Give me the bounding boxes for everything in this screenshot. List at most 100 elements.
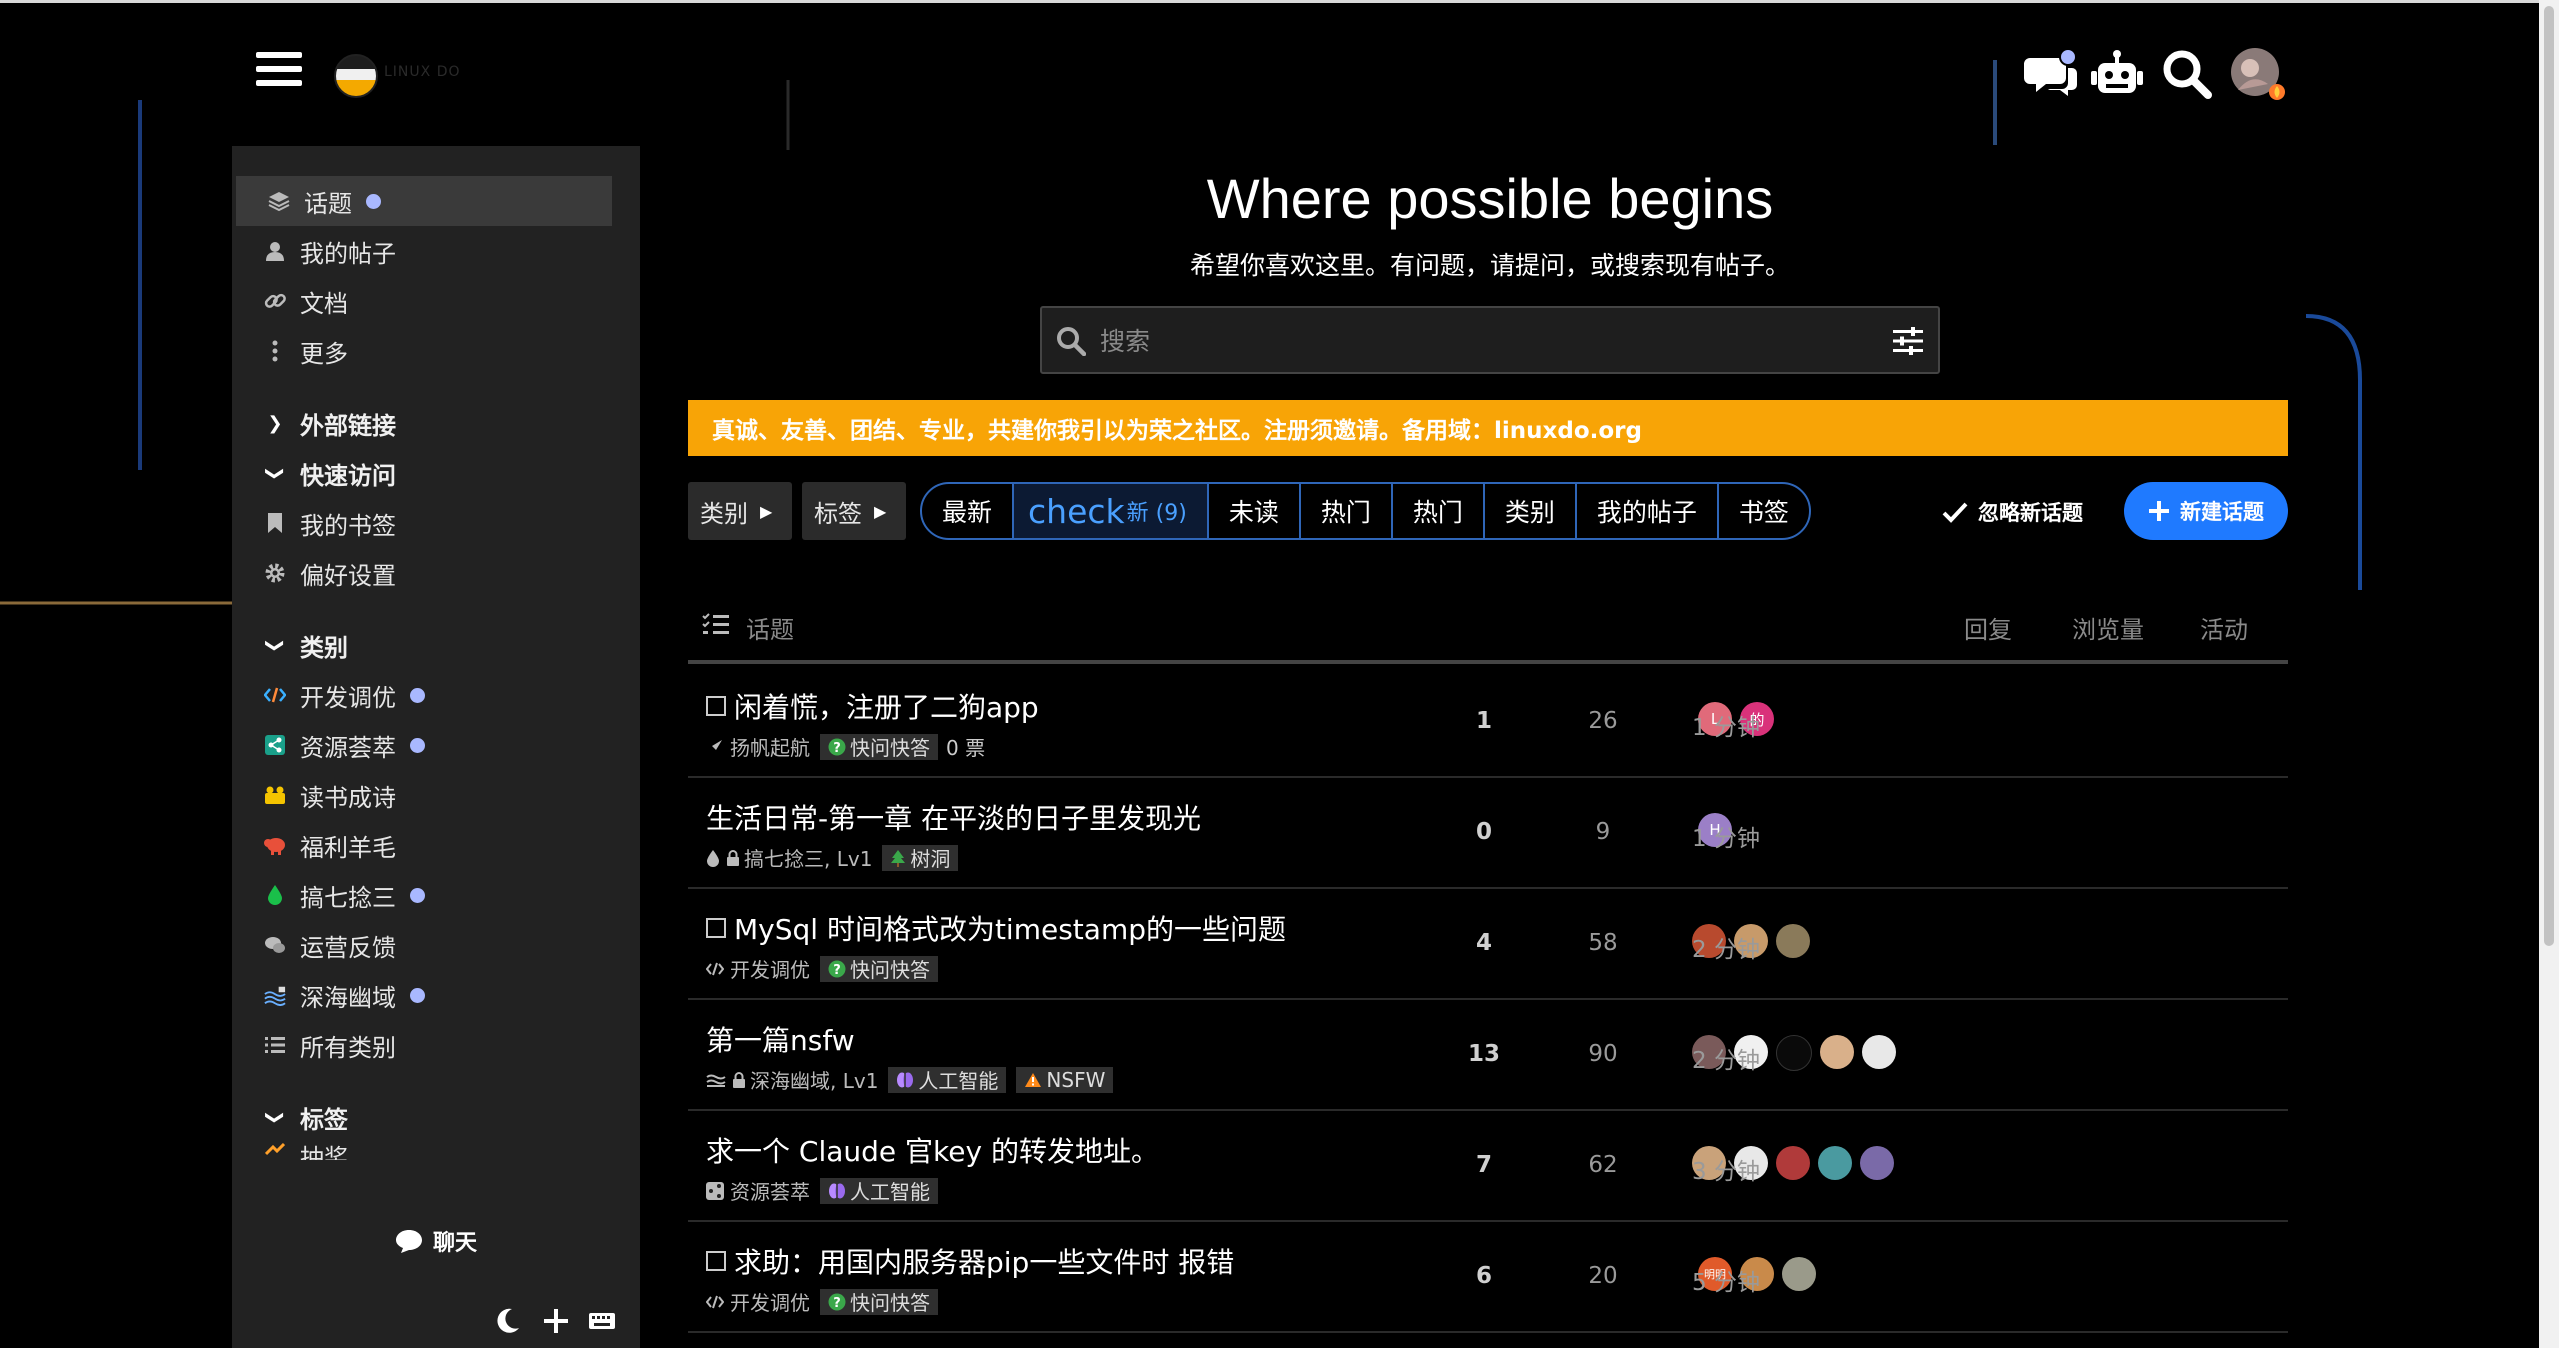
topic-category[interactable]: 开发调优	[730, 954, 810, 983]
topic-tag[interactable]: NSFW	[1016, 1066, 1114, 1093]
topic-category[interactable]: 深海幽域, Lv1	[750, 1065, 878, 1094]
sidebar-item-preferences[interactable]: 偏好设置	[232, 548, 612, 598]
topic-title[interactable]: 第一篇nsfw	[706, 1019, 855, 1059]
category-dropdown[interactable]: 类别 ▶	[688, 482, 792, 540]
section-quick-access[interactable]: ❯ 快速访问	[232, 448, 612, 498]
topic-checkbox[interactable]	[706, 918, 726, 938]
column-header-activity[interactable]: 活动	[2200, 610, 2248, 645]
reply-count[interactable]: 1	[1424, 708, 1544, 734]
sidebar-category-deep-sea[interactable]: 深海幽域	[232, 970, 612, 1020]
sidebar-category-deals[interactable]: 福利羊毛	[232, 820, 612, 870]
hamburger-menu-button[interactable]	[256, 52, 302, 94]
activity-time[interactable]: 3 分钟	[1656, 1152, 1796, 1186]
topic-tag[interactable]: 树洞	[882, 844, 959, 871]
topic-checkbox[interactable]	[706, 696, 726, 716]
table-row[interactable]: 闲着慌，注册了二狗app 扬帆起航? 快问快答 0 票 L 的 1 26 1 分钟	[688, 666, 2288, 778]
tab-new[interactable]: check 新 (9)	[1014, 484, 1209, 538]
sidebar-item-docs[interactable]: 文档	[232, 276, 612, 326]
sidebar-category-resources[interactable]: 资源荟萃	[232, 720, 612, 770]
topic-meta: 资源荟萃 人工智能	[706, 1176, 938, 1205]
sidebar-category-feedback[interactable]: 运营反馈	[232, 920, 612, 970]
user-avatar[interactable]	[2228, 44, 2288, 104]
topic-tag[interactable]: ? 快问快答	[820, 1288, 938, 1315]
sidebar-item-topics[interactable]: 话题	[236, 176, 612, 226]
moon-icon[interactable]	[482, 1296, 532, 1346]
tab-top[interactable]: 热门	[1393, 484, 1485, 538]
sidebar-item-label: 福利羊毛	[300, 833, 396, 862]
sidebar-item-my-posts[interactable]: 我的帖子	[232, 226, 612, 276]
reply-count[interactable]: 7	[1424, 1152, 1544, 1178]
table-row[interactable]: MySql 时间格式改为timestamp的一些问题 开发调优? 快问快答 4 58 2 …	[688, 888, 2288, 1000]
table-row[interactable]: 第一篇nsfw 深海幽域, Lv1 人工智能 NSFW 13 90 2 分钟	[688, 999, 2288, 1111]
site-logo[interactable]	[334, 54, 378, 98]
topic-tag[interactable]: ? 快问快答	[820, 955, 938, 982]
robot-icon[interactable]	[2090, 44, 2144, 104]
topic-title[interactable]: 求助：用国内服务器pip一些文件时 报错	[706, 1241, 1234, 1281]
sidebar-category-dev[interactable]: 开发调优	[232, 670, 612, 720]
sidebar-category-misc[interactable]: 搞七捻三	[232, 870, 612, 920]
reply-count[interactable]: 4	[1424, 930, 1544, 956]
sidebar-item-bookmarks[interactable]: 我的书签	[232, 498, 612, 548]
avatar[interactable]	[1818, 1146, 1852, 1180]
tab-latest[interactable]: 最新	[922, 484, 1015, 538]
column-header-views[interactable]: 浏览量	[2072, 610, 2144, 645]
sidebar-category-reading[interactable]: 读书成诗	[232, 770, 612, 820]
search-icon[interactable]	[2160, 44, 2214, 104]
topic-tag[interactable]: 人工智能	[820, 1177, 938, 1204]
sidebar-tag-partial[interactable]: 抽奖	[232, 1138, 612, 1160]
topic-tag[interactable]: 人工智能	[888, 1066, 1007, 1093]
topic-checkbox[interactable]	[706, 1251, 726, 1271]
keyboard-icon[interactable]	[580, 1296, 624, 1346]
section-tags[interactable]: ❯ 标签	[232, 1092, 612, 1142]
activity-time[interactable]: 1 分钟	[1656, 708, 1796, 742]
activity-time[interactable]: 2 分钟	[1656, 1041, 1796, 1075]
page-scrollbar[interactable]	[2539, 0, 2559, 1348]
reply-count[interactable]: 13	[1424, 1041, 1544, 1067]
activity-time[interactable]: 1 分钟	[1656, 819, 1796, 853]
tab-my-posts[interactable]: 我的帖子	[1577, 484, 1719, 538]
section-external-links[interactable]: ❯ 外部链接	[232, 398, 612, 448]
topic-category[interactable]: 扬帆起航	[730, 732, 810, 761]
bulk-select-icon[interactable]	[702, 612, 730, 642]
avatar[interactable]	[1820, 1035, 1854, 1069]
svg-text:?: ?	[833, 741, 841, 756]
topic-category[interactable]: 资源荟萃	[730, 1176, 810, 1205]
topic-title[interactable]: MySql 时间格式改为timestamp的一些问题	[706, 908, 1286, 948]
activity-time[interactable]: 5 分钟	[1656, 1263, 1796, 1297]
tags-dropdown[interactable]: 标签 ▶	[802, 482, 906, 540]
advanced-search-icon[interactable]	[1892, 326, 1924, 360]
chat-icon[interactable]	[2024, 44, 2080, 104]
wave-icon	[264, 984, 286, 1006]
topic-category[interactable]: 搞七捻三, Lv1	[744, 843, 872, 872]
sidebar-item-label: 偏好设置	[300, 561, 396, 590]
avatar[interactable]	[1860, 1146, 1894, 1180]
dismiss-new-button[interactable]: 忽略新话题	[1942, 490, 2083, 534]
bookmark-icon	[264, 512, 286, 534]
table-row[interactable]: 求一个 Claude 官key 的转发地址。 资源荟萃 人工智能 7 62 3 分钟	[688, 1110, 2288, 1222]
topic-category[interactable]: 开发调优	[730, 1287, 810, 1316]
search-input[interactable]	[1098, 318, 1862, 364]
topic-tag[interactable]: ? 快问快答	[820, 733, 938, 760]
chat-button[interactable]: 聊天	[232, 1216, 640, 1266]
scrollbar-thumb[interactable]	[2544, 6, 2554, 946]
table-row[interactable]: 求助：用国内服务器pip一些文件时 报错 开发调优? 快问快答 明明 6 20 5 分钟	[688, 1221, 2288, 1333]
tab-categories[interactable]: 类别	[1485, 484, 1577, 538]
topic-title[interactable]: 生活日常-第一章 在平淡的日子里发现光	[706, 797, 1201, 837]
column-header-replies[interactable]: 回复	[1964, 610, 2012, 645]
avatar[interactable]	[1862, 1035, 1896, 1069]
tab-bookmarks[interactable]: 书签	[1719, 484, 1809, 538]
plus-icon[interactable]	[534, 1296, 578, 1346]
sidebar-category-all[interactable]: 所有类别	[232, 1020, 612, 1070]
section-categories[interactable]: ❯ 类别	[232, 620, 612, 670]
topic-title[interactable]: 闲着慌，注册了二狗app	[706, 686, 1039, 726]
sidebar-item-more[interactable]: 更多	[232, 326, 612, 376]
reply-count[interactable]: 6	[1424, 1263, 1544, 1289]
reply-count[interactable]: 0	[1424, 819, 1544, 845]
topic-title[interactable]: 求一个 Claude 官key 的转发地址。	[706, 1130, 1159, 1170]
activity-time[interactable]: 2 分钟	[1656, 930, 1796, 964]
tab-unread[interactable]: 未读	[1209, 484, 1301, 538]
column-header-topic[interactable]: 话题	[746, 610, 794, 645]
tab-hot[interactable]: 热门	[1301, 484, 1393, 538]
new-topic-button[interactable]: 新建话题	[2124, 482, 2288, 540]
table-row[interactable]: 生活日常-第一章 在平淡的日子里发现光 搞七捻三, Lv1 树洞 H 0 9 1 分钟	[688, 777, 2288, 889]
